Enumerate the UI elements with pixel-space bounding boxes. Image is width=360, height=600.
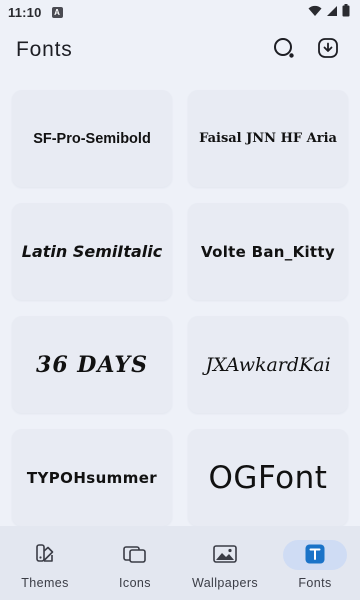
font-preview: OGFont: [208, 459, 328, 496]
app-header: Fonts: [0, 24, 360, 76]
nav-pill-active: [283, 540, 347, 570]
wallpapers-icon: [212, 542, 238, 569]
search-icon: [272, 36, 296, 65]
font-preview: Latin SemiItalic: [21, 242, 163, 261]
font-card[interactable]: JXAwkardKai: [188, 316, 348, 413]
font-preview: TYPOHsummer: [26, 468, 158, 487]
font-card[interactable]: Volte Ban_Kitty: [188, 203, 348, 300]
nav-label: Icons: [119, 576, 151, 590]
bottom-navigation: Themes Icons Wallpapers Fonts: [0, 526, 360, 600]
font-card[interactable]: Latin SemiItalic: [12, 203, 172, 300]
fonts-icon: [304, 543, 326, 568]
font-card[interactable]: SF-Pro-Semibold: [12, 90, 172, 187]
nav-pill: [193, 540, 257, 570]
battery-icon: [342, 4, 350, 20]
font-preview: Faisal JNN HF Aria: [199, 131, 337, 146]
font-grid: SF-Pro-Semibold Faisal JNN HF Aria Latin…: [12, 90, 348, 526]
page-title: Fonts: [16, 38, 73, 61]
header-actions: [268, 34, 344, 66]
nav-item-fonts[interactable]: Fonts: [270, 526, 360, 600]
nav-label: Wallpapers: [191, 576, 259, 590]
nav-item-wallpapers[interactable]: Wallpapers: [180, 526, 270, 600]
font-card[interactable]: Faisal JNN HF Aria: [188, 90, 348, 187]
nav-item-icons[interactable]: Icons: [90, 526, 180, 600]
status-time: 11:10: [8, 4, 42, 20]
font-preview: JXAwkardKai: [205, 353, 331, 376]
download-button[interactable]: [312, 34, 344, 66]
download-icon: [316, 36, 340, 65]
nav-item-themes[interactable]: Themes: [0, 526, 90, 600]
font-preview: 36 DAYS: [36, 351, 148, 378]
themes-icon: [33, 542, 57, 569]
font-preview: Volte Ban_Kitty: [201, 242, 335, 261]
status-bar: 11:10 A: [0, 0, 360, 24]
wifi-icon: [308, 5, 322, 20]
nav-pill: [103, 540, 167, 570]
icons-icon: [122, 542, 148, 569]
notification-icon: A: [51, 6, 63, 18]
nav-label: Themes: [21, 576, 69, 590]
signal-icon: [326, 5, 338, 20]
font-card[interactable]: 36 DAYS: [12, 316, 172, 413]
font-card[interactable]: OGFont: [188, 429, 348, 526]
nav-pill: [13, 540, 77, 570]
font-preview: SF-Pro-Semibold: [33, 130, 151, 147]
search-button[interactable]: [268, 34, 300, 66]
nav-label: Fonts: [298, 576, 332, 590]
status-icons: [308, 4, 350, 20]
font-card[interactable]: TYPOHsummer: [12, 429, 172, 526]
